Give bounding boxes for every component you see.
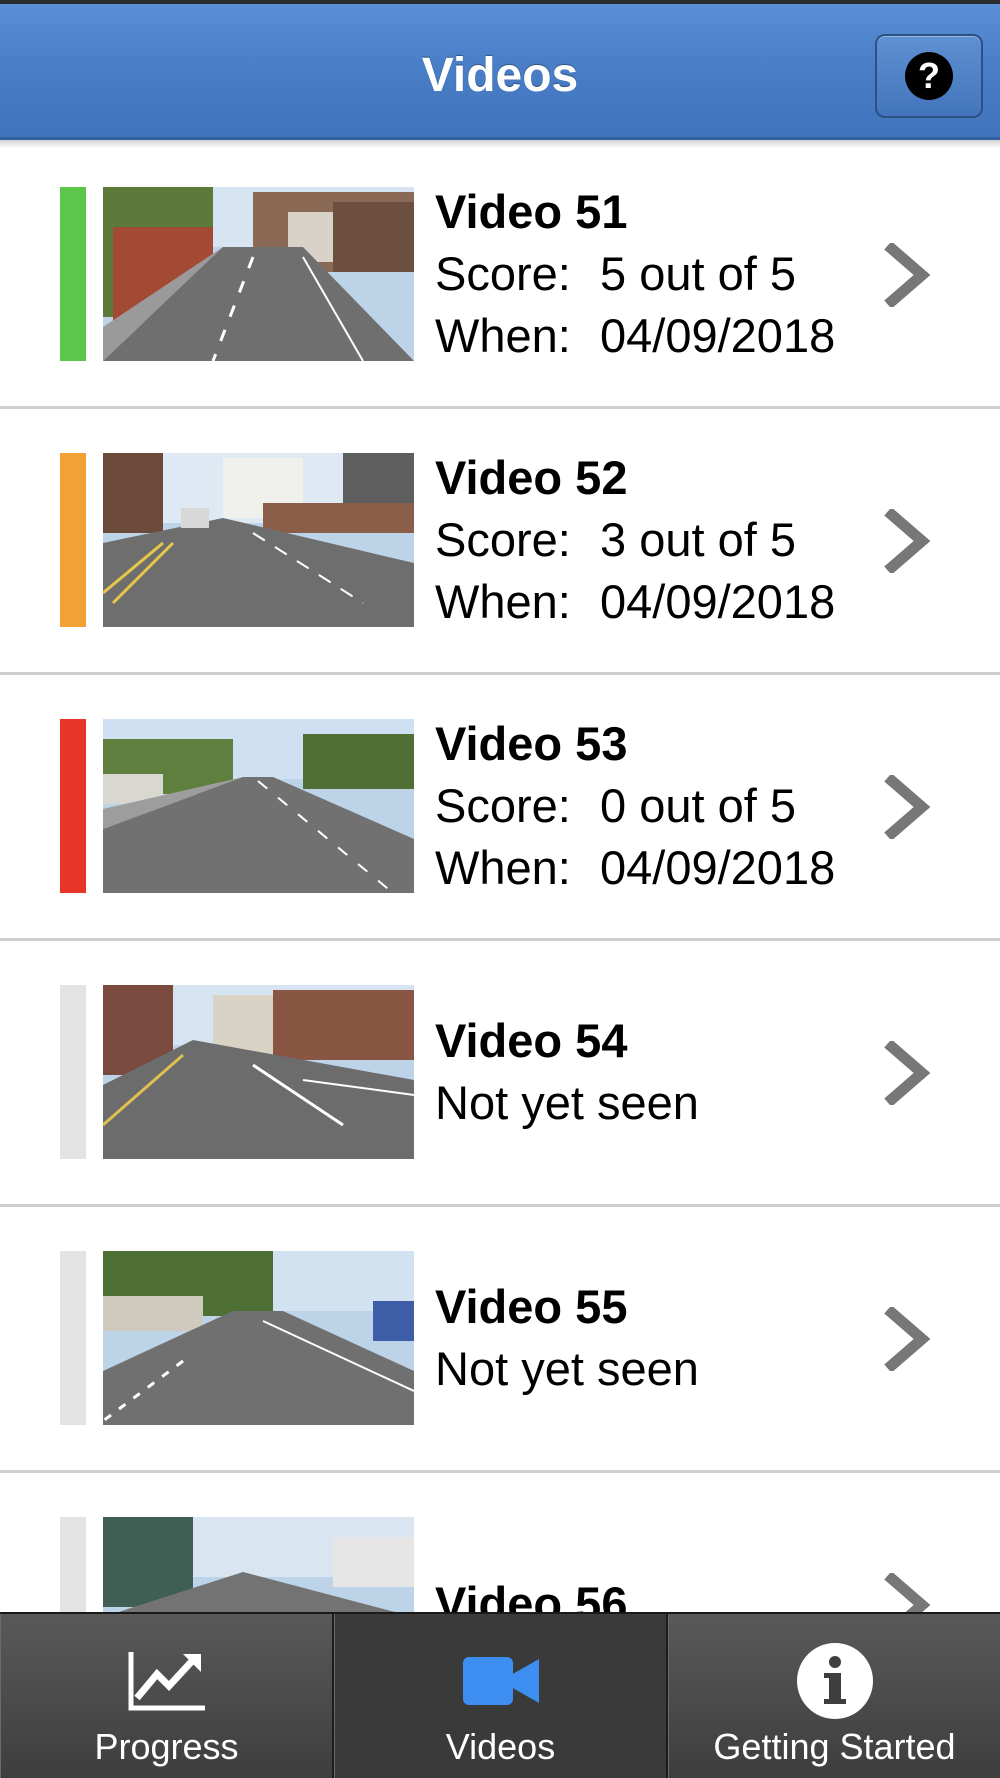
score-line: Score: 5 out of 5	[435, 243, 855, 305]
video-info: Video 55 Not yet seen	[435, 1251, 855, 1425]
video-title: Video 53	[435, 717, 628, 770]
video-list-item[interactable]: Video 54 Not yet seen	[0, 941, 1000, 1207]
tab-bar: Progress Videos Getting Started	[0, 1612, 1000, 1778]
video-list-item[interactable]: Video 53 Score: 0 out of 5 When: 04/09/201…	[0, 675, 1000, 941]
when-line: When: 04/09/2018	[435, 305, 855, 367]
score-value: 0 out of 5	[600, 779, 796, 832]
help-button[interactable]: ?	[875, 34, 983, 118]
score-line: Score: 3 out of 5	[435, 509, 855, 571]
help-icon: ?	[905, 52, 953, 100]
status-indicator	[60, 453, 86, 627]
video-title: Video 55	[435, 1280, 628, 1333]
video-thumbnail	[103, 453, 414, 627]
video-info: Video 54 Not yet seen	[435, 985, 855, 1159]
video-title: Video 54	[435, 1014, 628, 1067]
when-label: When:	[435, 841, 571, 894]
video-info: Video 51 Score: 5 out of 5 When: 04/09/201…	[435, 185, 855, 362]
chevron-right-icon	[884, 1041, 931, 1105]
video-list-item[interactable]: Video 52 Score: 3 out of 5 When: 04/09/201…	[0, 409, 1000, 675]
status-indicator	[60, 1251, 86, 1425]
chevron-right-icon	[884, 1307, 931, 1371]
header-bar: Videos ?	[0, 0, 1000, 140]
info-icon	[669, 1642, 1000, 1720]
video-info: Video 53 Score: 0 out of 5 When: 04/09/201…	[435, 717, 855, 894]
chevron-right-icon	[884, 509, 931, 573]
video-thumbnail	[103, 187, 414, 361]
tab-label: Getting Started	[713, 1726, 956, 1767]
when-value: 04/09/2018	[600, 309, 836, 362]
when-line: When: 04/09/2018	[435, 837, 855, 899]
video-title: Video 52	[435, 451, 628, 504]
page-title: Videos	[421, 49, 579, 102]
score-label: Score:	[435, 779, 571, 832]
status-text: Not yet seen	[435, 1076, 699, 1129]
tab-label: Progress	[94, 1726, 239, 1767]
score-label: Score:	[435, 247, 571, 300]
video-thumbnail	[103, 719, 414, 893]
video-list-item[interactable]: Video 51 Score: 5 out of 5 When: 04/09/201…	[0, 143, 1000, 409]
chart-line-icon	[1, 1642, 332, 1720]
when-value: 04/09/2018	[600, 575, 836, 628]
score-line: Score: 0 out of 5	[435, 775, 855, 837]
score-value: 3 out of 5	[600, 513, 796, 566]
when-value: 04/09/2018	[600, 841, 836, 894]
video-list[interactable]: Video 51 Score: 5 out of 5 When: 04/09/201…	[0, 143, 1000, 1739]
video-list-item[interactable]: Video 55 Not yet seen	[0, 1207, 1000, 1473]
status-indicator	[60, 985, 86, 1159]
tab-label: Videos	[445, 1726, 556, 1767]
tab-getting-started[interactable]: Getting Started	[668, 1614, 1000, 1778]
when-line: When: 04/09/2018	[435, 571, 855, 633]
chevron-right-icon	[884, 775, 931, 839]
when-label: When:	[435, 575, 571, 628]
when-label: When:	[435, 309, 571, 362]
score-value: 5 out of 5	[600, 247, 796, 300]
video-thumbnail	[103, 1251, 414, 1425]
score-label: Score:	[435, 513, 571, 566]
video-title: Video 51	[435, 185, 628, 238]
video-info: Video 52 Score: 3 out of 5 When: 04/09/201…	[435, 451, 855, 628]
tab-videos[interactable]: Videos	[334, 1614, 668, 1778]
status-indicator	[60, 719, 86, 893]
video-thumbnail	[103, 985, 414, 1159]
chevron-right-icon	[884, 243, 931, 307]
status-text: Not yet seen	[435, 1342, 699, 1395]
video-camera-icon	[335, 1642, 666, 1720]
status-indicator	[60, 187, 86, 361]
tab-progress[interactable]: Progress	[0, 1614, 334, 1778]
